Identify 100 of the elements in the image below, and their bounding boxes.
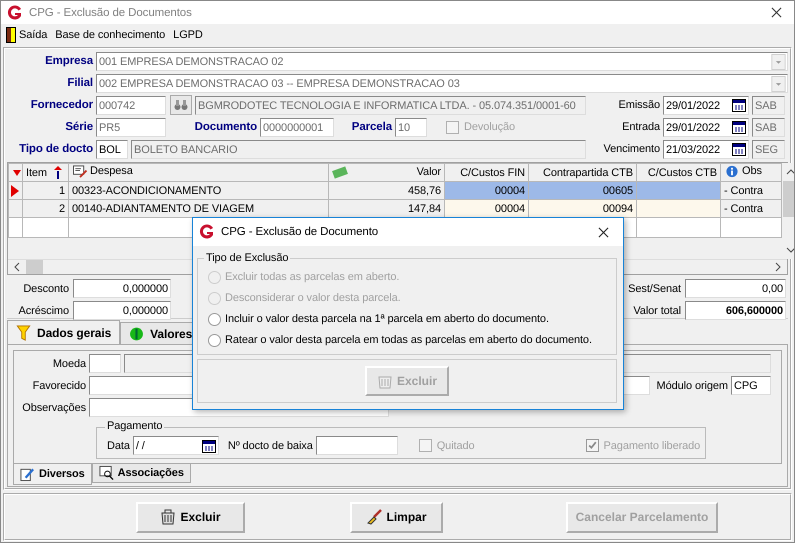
field-label: Favorecido xyxy=(32,380,86,392)
group-title: Pagamento xyxy=(105,420,164,432)
origin-module-field[interactable]: CPG xyxy=(731,376,771,395)
field-label: Fornecedor xyxy=(30,99,93,111)
filter-icon xyxy=(16,324,31,340)
series-field[interactable]: PR5 xyxy=(96,118,166,136)
scroll-right-icon[interactable] xyxy=(775,262,781,272)
note-icon xyxy=(72,164,88,178)
column-header[interactable]: Contrapartida CTB xyxy=(528,164,636,182)
doc-type-code-field[interactable]: BOL xyxy=(96,140,128,158)
window-title: CPG - Exclusão de Documentos xyxy=(29,6,193,18)
radio-option[interactable]: Ratear o valor desta parcela em todas as parcelas em aberto do documento. xyxy=(208,330,592,350)
column-header[interactable]: C/Custos FIN xyxy=(444,164,528,182)
column-header[interactable]: C/Custos CTB xyxy=(636,164,720,182)
doc-type-name-field: BOLETO BANCARIO xyxy=(131,140,586,158)
field-label: Empresa xyxy=(44,55,93,67)
table-cell: 1 xyxy=(22,182,68,200)
action-button[interactable]: Limpar xyxy=(350,502,443,532)
branch-dropdown[interactable]: 002 EMPRESA DEMONSTRACAO 03 -- EMPRESA DEMONSTRACAO 03 xyxy=(96,74,788,92)
menu-arrow-icon[interactable] xyxy=(12,170,22,176)
field-label: Valor total xyxy=(632,304,681,316)
amount-field[interactable]: 0,00 xyxy=(685,279,786,298)
company-dropdown[interactable]: 001 EMPRESA DEMONSTRACAO 02 xyxy=(96,52,788,70)
table-cell: 00605 xyxy=(528,182,636,200)
currency-code-field[interactable] xyxy=(89,354,121,373)
tab[interactable]: Diversos xyxy=(13,464,92,485)
menu-item[interactable]: Base de conhecimento xyxy=(53,28,172,40)
column-header[interactable]: Valor xyxy=(328,164,444,182)
table-cell: - Contra xyxy=(720,182,782,200)
table-cell: 00140-ADIANTAMENTO DE VIAGEM xyxy=(68,200,328,218)
calendar-icon[interactable] xyxy=(732,99,746,112)
group-title: Tipo de Exclusão xyxy=(204,252,290,264)
field-label: Observações xyxy=(21,402,86,414)
date-field[interactable]: 21/03/2022 xyxy=(663,140,749,158)
info-icon xyxy=(724,164,740,178)
amount-field[interactable]: 606,600000 xyxy=(685,301,786,320)
broom-icon xyxy=(366,509,382,525)
close-icon[interactable] xyxy=(598,226,609,238)
dialog-title: CPG - Exclusão de Documento xyxy=(221,226,380,238)
table-cell: - Contra xyxy=(720,200,782,218)
field-label: Moeda xyxy=(52,358,86,370)
close-icon[interactable] xyxy=(771,7,782,18)
amount-field[interactable]: 0,000000 xyxy=(73,301,171,320)
pencil-icon xyxy=(20,466,35,482)
calendar-icon[interactable] xyxy=(202,440,216,452)
field-label: Data xyxy=(107,440,130,452)
menu-item[interactable]: Saída xyxy=(4,26,54,42)
table-cell: 147,84 xyxy=(328,200,444,218)
amount-field[interactable]: 0,000000 xyxy=(73,279,171,298)
column-header[interactable]: Despesa xyxy=(68,164,328,182)
calendar-icon[interactable] xyxy=(732,143,746,156)
field-label: Nº docto de baixa xyxy=(228,440,313,452)
field-label: Módulo origem xyxy=(656,380,728,392)
menu-item[interactable]: LGPD xyxy=(171,28,209,40)
vertical-scrollbar[interactable] xyxy=(782,163,794,259)
column-header[interactable]: Obs xyxy=(720,164,782,182)
table-cell: 00323-ACONDICIONAMENTO xyxy=(68,182,328,200)
document-field[interactable]: 0000000001 xyxy=(260,118,334,136)
trash-icon xyxy=(160,509,176,525)
date-field[interactable]: 29/01/2022 xyxy=(663,118,749,136)
scroll-up-icon[interactable] xyxy=(786,169,794,175)
document-number-field[interactable] xyxy=(316,436,398,455)
calendar-icon[interactable] xyxy=(732,121,746,134)
column-header[interactable]: Item xyxy=(22,164,68,182)
supplier-code-field[interactable]: 000742 xyxy=(96,96,166,114)
installment-field[interactable]: 10 xyxy=(395,118,427,136)
magnifier-icon xyxy=(98,465,114,481)
sort-icon[interactable] xyxy=(54,166,62,179)
tab[interactable]: Associações xyxy=(92,464,191,483)
scroll-thumb[interactable] xyxy=(26,260,43,274)
scroll-thumb[interactable] xyxy=(783,181,794,217)
table-cell: 00004 xyxy=(444,182,528,200)
field-label: Desconto xyxy=(22,282,69,294)
scroll-left-icon[interactable] xyxy=(14,262,20,272)
field-label: Emissão xyxy=(618,99,660,111)
table-cell: 2 xyxy=(22,200,68,218)
field-label: Série xyxy=(64,121,93,133)
logo-icon xyxy=(199,224,215,240)
search-button[interactable] xyxy=(170,95,192,115)
table-cell: 00004 xyxy=(444,200,528,218)
weekday-field: SAB xyxy=(752,96,785,114)
field-label: Documento xyxy=(194,121,257,133)
logo-icon xyxy=(7,4,23,20)
radio-option[interactable]: Incluir o valor desta parcela na 1ª parcela em aberto do documento. xyxy=(208,309,549,329)
scroll-down-icon[interactable] xyxy=(786,247,794,253)
supplier-name-field: BGMRODOTEC TECNOLOGIA E INFORMATICA LTDA. - 05.074.351/0001-60 xyxy=(195,96,586,114)
date-field[interactable]: 29/01/2022 xyxy=(663,96,749,114)
door-icon xyxy=(6,26,16,42)
field-label: Vencimento xyxy=(602,143,660,155)
field-label: Filial xyxy=(66,77,93,89)
row-indicator[interactable] xyxy=(8,182,22,200)
date-field[interactable]: / / xyxy=(132,436,219,455)
tab[interactable]: Dados gerais xyxy=(7,320,120,344)
table-cell: 458,76 xyxy=(328,182,444,200)
field-label: Sest/Senat xyxy=(627,282,681,294)
field-label: Parcela xyxy=(350,121,392,133)
banknote-icon xyxy=(332,166,348,179)
action-button[interactable]: Excluir xyxy=(136,502,245,532)
checkmark-icon xyxy=(586,440,598,451)
coin-icon xyxy=(129,326,144,342)
